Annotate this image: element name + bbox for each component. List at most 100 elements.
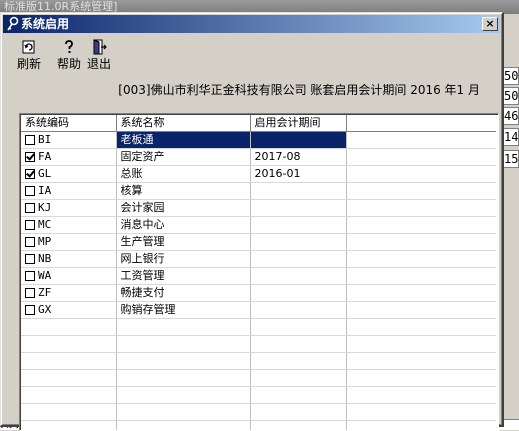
period-cell[interactable] <box>250 132 346 149</box>
system-name-cell[interactable]: 固定资产 <box>116 149 250 166</box>
empty-cell <box>250 421 346 431</box>
period-cell[interactable] <box>250 234 346 251</box>
table-row[interactable]: MC 消息中心 <box>21 217 496 234</box>
system-code: FA <box>38 150 51 163</box>
dialog-title: 系统启用 <box>21 15 69 33</box>
code-cell[interactable]: GL <box>21 166 116 183</box>
period-cell[interactable] <box>250 183 346 200</box>
system-code: NB <box>38 252 51 265</box>
system-code: GL <box>38 167 51 180</box>
code-cell[interactable]: IA <box>21 183 116 200</box>
system-name-cell[interactable]: 核算 <box>116 183 250 200</box>
empty-cell <box>116 336 250 353</box>
enable-checkbox[interactable] <box>25 254 35 264</box>
filler-cell <box>346 200 496 217</box>
table-row[interactable]: GX购销存管理 <box>21 302 496 319</box>
empty-row <box>21 319 496 336</box>
code-cell[interactable]: MP <box>21 234 116 251</box>
exit-button[interactable]: 退出 <box>85 39 113 71</box>
column-header-name[interactable]: 系统名称 <box>116 115 250 132</box>
period-cell[interactable] <box>250 251 346 268</box>
filler-cell <box>346 217 496 234</box>
exit-label: 退出 <box>85 57 113 71</box>
period-cell[interactable]: 2016-01 <box>250 166 346 183</box>
system-name-cell[interactable]: 消息中心 <box>116 217 250 234</box>
empty-cell <box>346 319 496 336</box>
system-name-cell[interactable]: 网上银行 <box>116 251 250 268</box>
table-body: BI老板通FA固定资产2017-08GL总账2016-01IA核算KJ会计家园M… <box>21 132 496 431</box>
system-enable-dialog: 系统启用 × 刷新 帮助 退出 [003] <box>0 12 504 427</box>
enable-checkbox[interactable] <box>25 288 35 298</box>
code-cell[interactable]: MC <box>21 217 116 234</box>
refresh-button[interactable]: 刷新 <box>15 39 43 71</box>
enable-checkbox[interactable] <box>25 237 35 247</box>
column-header-filler <box>346 115 496 132</box>
dialog-titlebar[interactable]: 系统启用 × <box>3 15 500 33</box>
enable-checkbox[interactable] <box>25 135 35 145</box>
period-cell[interactable] <box>250 200 346 217</box>
code-cell[interactable]: WA <box>21 268 116 285</box>
system-name-cell[interactable]: 总账 <box>116 166 250 183</box>
empty-cell <box>21 421 116 431</box>
code-cell[interactable]: GX <box>21 302 116 319</box>
column-header-code[interactable]: 系统编码 <box>21 115 116 132</box>
empty-cell <box>250 387 346 404</box>
code-cell[interactable]: NB <box>21 251 116 268</box>
empty-cell <box>21 319 116 336</box>
code-cell[interactable]: ZF <box>21 285 116 302</box>
empty-cell <box>21 387 116 404</box>
empty-cell <box>21 370 116 387</box>
table-row[interactable]: FA 固定资产2017-08 <box>21 149 496 166</box>
filler-cell <box>346 183 496 200</box>
empty-cell <box>116 421 250 431</box>
empty-cell <box>116 353 250 370</box>
empty-cell <box>346 336 496 353</box>
key-icon <box>6 16 20 32</box>
system-code: KJ <box>38 201 51 214</box>
empty-cell <box>21 353 116 370</box>
system-name-cell[interactable]: 生产管理 <box>116 234 250 251</box>
table-row[interactable]: KJ 会计家园 <box>21 200 496 217</box>
enable-checkbox[interactable] <box>25 305 35 315</box>
empty-cell <box>250 336 346 353</box>
column-header-period[interactable]: 启用会计期间 <box>250 115 346 132</box>
system-name-cell[interactable]: 工资管理 <box>116 268 250 285</box>
system-name-cell[interactable]: 购销存管理 <box>116 302 250 319</box>
filler-cell <box>346 251 496 268</box>
systems-grid: 系统编码 系统名称 启用会计期间 BI老板通FA固定资产2017-08GL总账2… <box>19 113 499 431</box>
filler-cell <box>346 166 496 183</box>
period-cell[interactable] <box>250 268 346 285</box>
filler-cell <box>346 234 496 251</box>
enable-checkbox[interactable] <box>25 186 35 196</box>
empty-cell <box>250 370 346 387</box>
period-cell[interactable] <box>250 302 346 319</box>
filler-cell <box>346 268 496 285</box>
enable-checkbox[interactable] <box>25 220 35 230</box>
code-cell[interactable]: KJ <box>21 200 116 217</box>
table-row[interactable]: NB 网上银行 <box>21 251 496 268</box>
table-row[interactable]: MP生产管理 <box>21 234 496 251</box>
code-cell[interactable]: FA <box>21 149 116 166</box>
table-row[interactable]: GL 总账2016-01 <box>21 166 496 183</box>
enable-checkbox[interactable] <box>25 169 35 179</box>
close-button[interactable]: × <box>482 17 498 31</box>
table-row[interactable]: IA核算 <box>21 183 496 200</box>
code-cell[interactable]: BI <box>21 132 116 149</box>
system-name-cell[interactable]: 会计家园 <box>116 200 250 217</box>
enable-checkbox[interactable] <box>25 271 35 281</box>
system-name-cell[interactable]: 老板通 <box>116 132 250 149</box>
system-name-cell[interactable]: 畅捷支付 <box>116 285 250 302</box>
period-cell[interactable] <box>250 217 346 234</box>
empty-row <box>21 421 496 431</box>
period-cell[interactable] <box>250 285 346 302</box>
enable-checkbox[interactable] <box>25 152 35 162</box>
table-row[interactable]: ZF畅捷支付 <box>21 285 496 302</box>
table-row[interactable]: BI老板通 <box>21 132 496 149</box>
period-cell[interactable]: 2017-08 <box>250 149 346 166</box>
help-button[interactable]: 帮助 <box>55 39 83 71</box>
help-label: 帮助 <box>55 57 83 71</box>
enable-checkbox[interactable] <box>25 203 35 213</box>
empty-cell <box>346 387 496 404</box>
system-code: MC <box>38 218 51 231</box>
table-row[interactable]: WA工资管理 <box>21 268 496 285</box>
